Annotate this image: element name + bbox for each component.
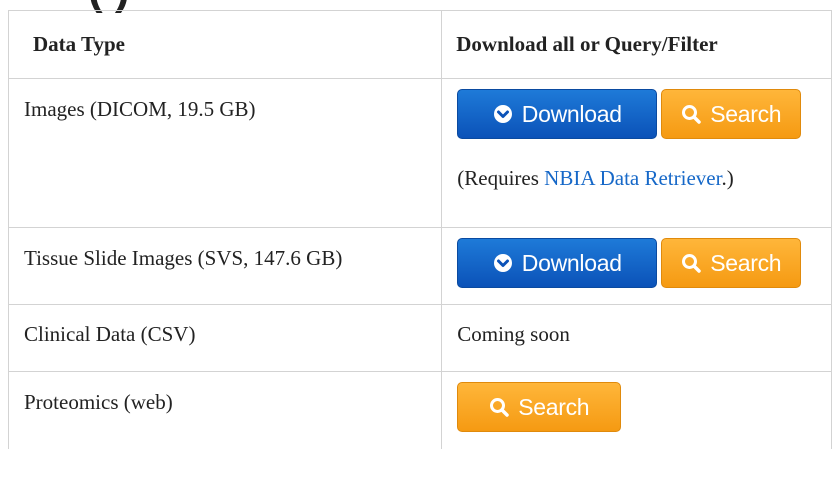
table-row: Images (DICOM, 19.5 GB) Download Search (7, 78, 832, 228)
search-label: Search (518, 393, 590, 420)
images-search-button[interactable]: Search (661, 89, 802, 139)
download-circle-icon (493, 253, 513, 273)
row-label-images: Images (DICOM, 19.5 GB) (24, 97, 256, 121)
coming-soon-text: Coming soon (457, 322, 570, 346)
search-icon (489, 397, 509, 417)
header-data-type: Data Type (7, 10, 443, 79)
table-row: Clinical Data (CSV) Coming soon (7, 304, 832, 372)
images-download-button[interactable]: Download (457, 89, 658, 139)
download-label: Download (521, 100, 622, 127)
download-circle-icon (493, 104, 513, 124)
search-icon (681, 104, 701, 124)
row-label-clinical: Clinical Data (CSV) (24, 322, 196, 346)
tissue-search-button[interactable]: Search (661, 238, 802, 288)
search-icon (681, 253, 701, 273)
row-label-proteomics: Proteomics (web) (24, 390, 173, 414)
data-download-table: Data Type Download all or Query/Filter I… (7, 10, 832, 449)
requires-note: (Requires NBIA Data Retriever.) (457, 166, 734, 190)
search-label: Search (710, 100, 782, 127)
row-label-tissue: Tissue Slide Images (SVS, 147.6 GB) (24, 246, 343, 270)
tissue-download-button[interactable]: Download (457, 238, 658, 288)
table-row: Tissue Slide Images (SVS, 147.6 GB) Down… (7, 227, 832, 305)
table-header-row: Data Type Download all or Query/Filter (7, 10, 832, 79)
proteomics-search-button[interactable]: Search (457, 382, 622, 432)
download-label: Download (521, 249, 622, 276)
table-row: Proteomics (web) Search (7, 371, 832, 449)
header-download-query: Download all or Query/Filter (441, 10, 832, 79)
nbia-data-retriever-link[interactable]: NBIA Data Retriever (544, 166, 721, 190)
search-label: Search (710, 249, 782, 276)
